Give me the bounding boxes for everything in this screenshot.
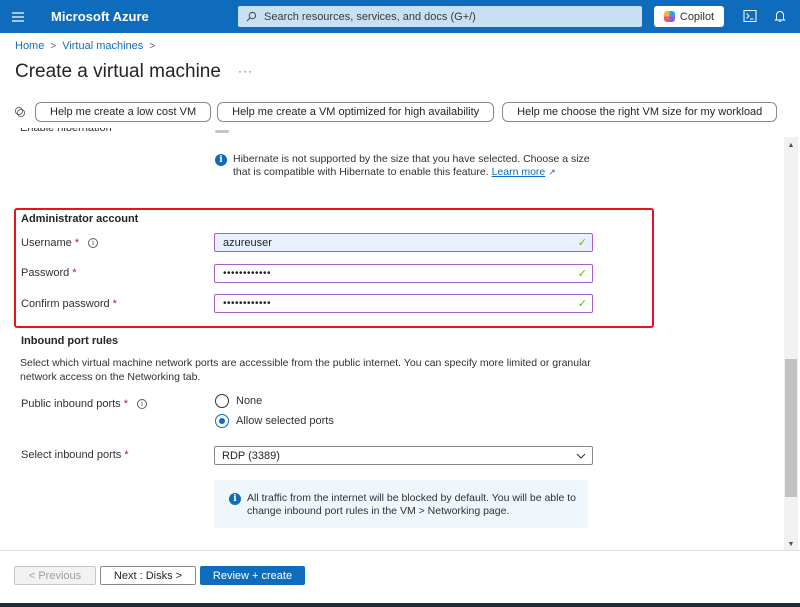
required-indicator: * [74,237,80,249]
top-navigation-bar: Microsoft Azure Search resources, servic… [0,0,800,33]
copilot-label: Copilot [679,10,715,23]
public-inbound-ports-label: Public inbound ports * i [21,398,147,410]
scroll-up-arrow-icon[interactable]: ▲ [784,139,798,151]
copilot-suggestions: Help me create a low cost VM Help me cre… [14,102,783,122]
radio-allow-selected-ports[interactable]: Allow selected ports [215,414,334,428]
info-icon[interactable]: i [88,238,99,248]
info-icon: i [229,493,241,505]
password-label-text: Password [21,267,70,279]
copilot-suggestion-icon [14,106,26,118]
required-indicator: * [123,398,128,410]
scroll-down-arrow-icon[interactable]: ▼ [784,538,798,550]
notifications-button[interactable] [772,8,788,24]
radio-allow-selected-ports-label: Allow selected ports [236,415,334,427]
page-title: Create a virtual machine [15,61,221,82]
learn-more-link[interactable]: Learn more [492,166,546,178]
required-indicator: * [124,449,129,461]
select-inbound-ports-value: RDP (3389) [222,449,280,462]
password-value: •••••••••••• [223,268,272,279]
external-link-icon: ↗ [548,167,556,177]
portal-brand[interactable]: Microsoft Azure [51,9,237,24]
select-inbound-ports-label-text: Select inbound ports [21,449,122,461]
hibernation-info-message: i Hibernate is not supported by the size… [215,153,595,179]
search-icon [246,11,257,22]
inbound-port-rules-description: Select which virtual machine network por… [20,357,591,383]
os-taskbar-edge [0,603,800,607]
more-options-button[interactable]: ··· [238,64,253,78]
username-label-text: Username [21,237,72,249]
copilot-icon [663,11,675,22]
confirm-password-value: •••••••••••• [223,298,272,309]
chevron-right-icon: > [50,40,57,52]
username-label: Username * i [21,237,99,249]
notifications-bell-icon [774,11,786,22]
password-input[interactable]: •••••••••••• ✓ [214,264,593,283]
breadcrumb-virtual-machines[interactable]: Virtual machines [62,40,143,52]
confirm-password-label-text: Confirm password [21,298,110,310]
select-inbound-ports-dropdown[interactable]: RDP (3389) [214,446,593,465]
help-high-availability-vm-button[interactable]: Help me create a VM optimized for high a… [217,102,495,122]
select-inbound-ports-label: Select inbound ports * [21,449,129,461]
portal-menu-button[interactable] [0,0,36,33]
inbound-info-message: i All traffic from the internet will be … [214,480,588,528]
confirm-password-label: Confirm password * [21,298,117,310]
valid-check-icon: ✓ [577,237,587,249]
info-icon: i [215,154,227,166]
username-value: azureuser [223,236,272,249]
search-placeholder: Search resources, services, and docs (G+… [264,10,476,23]
review-create-button[interactable]: Review + create [200,566,305,585]
previous-button[interactable]: < Previous [14,566,96,585]
info-icon[interactable]: i [136,399,147,409]
form-content: Enable hibernation i Hibernate is not su… [0,128,784,548]
breadcrumb-home[interactable]: Home [15,40,44,52]
inbound-info-text: All traffic from the internet will be bl… [247,492,576,517]
radio-none-label: None [236,395,263,407]
required-indicator: * [112,298,117,310]
radio-button-unselected[interactable] [215,394,229,408]
hamburger-icon [12,11,24,22]
copilot-button[interactable]: Copilot [654,6,724,27]
radio-none[interactable]: None [215,394,262,408]
help-low-cost-vm-button[interactable]: Help me create a low cost VM [35,102,212,122]
cloud-shell-button[interactable] [742,8,758,24]
cloud-shell-icon [743,10,757,22]
required-indicator: * [72,267,77,279]
confirm-password-input[interactable]: •••••••••••• ✓ [214,294,593,313]
hibernation-label: Enable hibernation [20,128,112,134]
global-search-input[interactable]: Search resources, services, and docs (G+… [238,6,642,27]
scrollbar-thumb[interactable] [785,359,797,497]
public-inbound-ports-label-text: Public inbound ports [21,398,121,410]
breadcrumb: Home > Virtual machines > [15,40,161,52]
inbound-port-rules-heading: Inbound port rules [21,335,119,347]
radio-button-selected[interactable] [215,414,229,428]
vertical-scrollbar[interactable]: ▲ ▼ [784,137,798,550]
footer-divider [0,550,800,551]
chevron-down-icon [576,453,586,459]
valid-check-icon: ✓ [577,268,587,280]
next-disks-button[interactable]: Next : Disks > [100,566,196,585]
password-label: Password * [21,267,77,279]
chevron-right-icon: > [149,40,156,52]
username-input[interactable]: azureuser ✓ [214,233,593,252]
hibernation-checkbox[interactable] [215,130,229,133]
administrator-account-heading: Administrator account [21,213,139,225]
valid-check-icon: ✓ [577,298,587,310]
help-vm-size-button[interactable]: Help me choose the right VM size for my … [502,102,778,122]
